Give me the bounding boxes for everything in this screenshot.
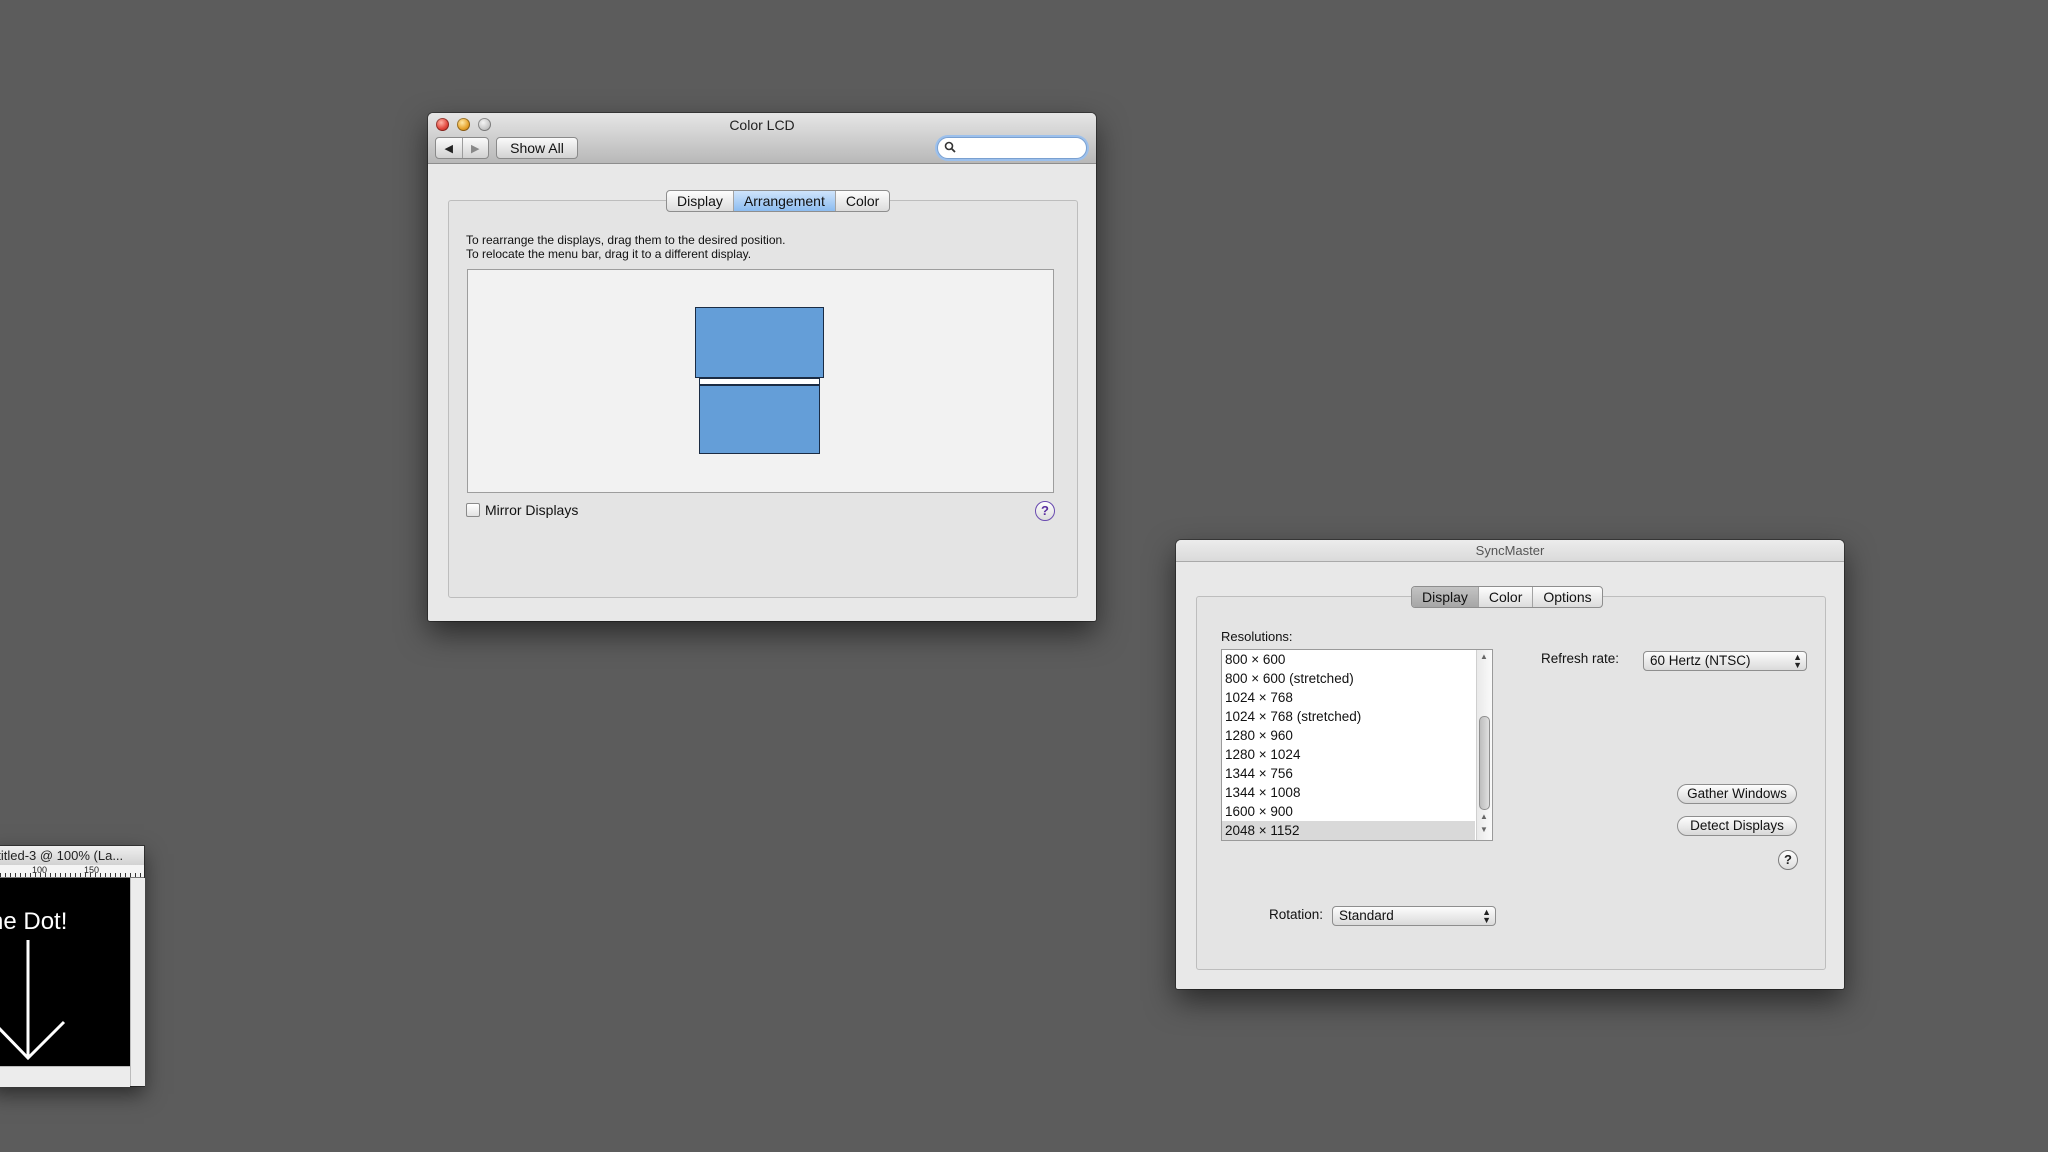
scroll-up-arrow-icon[interactable]: ▲ [1480,812,1488,821]
detect-displays-button[interactable]: Detect Displays [1677,816,1797,836]
horizontal-scrollbar[interactable] [0,1066,130,1087]
show-all-button[interactable]: Show All [496,137,578,159]
lcd-tab-bar: Display Arrangement Color [666,190,891,212]
resolution-item[interactable]: 1344 × 1008 [1222,783,1475,802]
refresh-rate-label: Refresh rate: [1541,651,1620,666]
lcd-titlebar[interactable]: Color LCD ◀ ▶ Show All [428,113,1096,164]
popup-arrows-icon: ▲ ▼ [1793,652,1802,670]
resolution-item-selected[interactable]: 2048 × 1152 [1222,821,1475,840]
vertical-scrollbar[interactable] [130,878,145,1086]
tab-arrangement[interactable]: Arrangement [732,191,835,211]
menu-bar-indicator[interactable] [699,378,820,385]
down-arrow-icon [0,940,66,1061]
instruction-line: To rearrange the displays, drag them to … [466,233,786,247]
popup-arrows-icon: ▲ ▼ [1482,907,1491,925]
help-button[interactable]: ? [1778,850,1798,870]
refresh-rate-value: 60 Hertz (NTSC) [1650,653,1751,668]
tab-display[interactable]: Display [667,191,733,211]
main-display-thumbnail[interactable] [695,307,824,378]
tab-color[interactable]: Color [834,191,889,211]
document-title[interactable]: ntitled-3 @ 100% (La... [0,846,144,866]
resolution-item[interactable]: 1344 × 756 [1222,764,1475,783]
resolution-item[interactable]: 1600 × 900 [1222,802,1475,821]
tab-display[interactable]: Display [1412,587,1478,607]
photoshop-document-window: ntitled-3 @ 100% (La... 100 150 he Dot! [0,846,145,1087]
resolution-item[interactable]: 1024 × 768 (stretched) [1222,707,1475,726]
resolution-item[interactable]: 1024 × 768 [1222,688,1475,707]
display-panel: Display Color Options Resolutions: 800 ×… [1196,586,1826,970]
scroll-down-arrow-icon[interactable]: ▼ [1480,825,1488,834]
instruction-line: To relocate the menu bar, drag it to a d… [466,247,752,261]
mirror-displays-checkbox[interactable] [466,503,480,517]
sync-titlebar[interactable]: SyncMaster [1176,540,1844,562]
resolutions-list[interactable]: 800 × 600 800 × 600 (stretched) 1024 × 7… [1221,649,1493,841]
resolutions-scrollbar[interactable]: ▲ ▲ ▼ [1476,650,1492,840]
arrangement-instructions: To rearrange the displays, drag them to … [466,233,786,261]
scroll-up-arrow-icon[interactable]: ▲ [1480,652,1488,661]
search-field[interactable] [937,137,1087,159]
resolutions-label: Resolutions: [1221,629,1293,644]
window-title: Color LCD [729,117,795,133]
search-icon [944,141,956,153]
resolution-item[interactable]: 1280 × 1024 [1222,745,1475,764]
rotation-select[interactable]: Standard ▲ ▼ [1332,906,1496,926]
tab-options[interactable]: Options [1532,587,1601,607]
syncmaster-window: SyncMaster Display Color Options Resolut… [1176,540,1844,989]
tab-color[interactable]: Color [1477,587,1532,607]
arrangement-panel: Display Arrangement Color To rearrange t… [448,190,1078,598]
help-button[interactable]: ? [1035,501,1055,521]
mirror-displays-row: Mirror Displays [466,502,578,518]
rotation-value: Standard [1339,908,1394,923]
document-canvas[interactable]: he Dot! [0,878,130,1066]
display-arrangement-area [467,269,1054,493]
resolution-item[interactable]: 800 × 600 (stretched) [1222,669,1475,688]
mirror-displays-label: Mirror Displays [485,502,579,518]
resolution-item[interactable]: 800 × 600 [1222,650,1475,669]
back-button[interactable]: ◀ [436,138,462,158]
window-title: SyncMaster [1475,543,1545,558]
sync-tab-bar: Display Color Options [1411,586,1603,608]
refresh-rate-select[interactable]: 60 Hertz (NTSC) ▲ ▼ [1643,651,1807,671]
color-lcd-window: Color LCD ◀ ▶ Show All Display Arrangeme… [428,113,1096,621]
horizontal-ruler: 100 150 [0,865,144,878]
secondary-display-thumbnail[interactable] [699,385,820,454]
gather-windows-button[interactable]: Gather Windows [1677,784,1797,804]
ruler-ticks [0,873,144,877]
back-forward-buttons: ◀ ▶ [435,137,489,159]
resolution-item[interactable]: 1280 × 960 [1222,726,1475,745]
rotation-label: Rotation: [1269,907,1324,922]
scrollbar-thumb[interactable] [1479,716,1490,810]
forward-button[interactable]: ▶ [461,138,489,158]
